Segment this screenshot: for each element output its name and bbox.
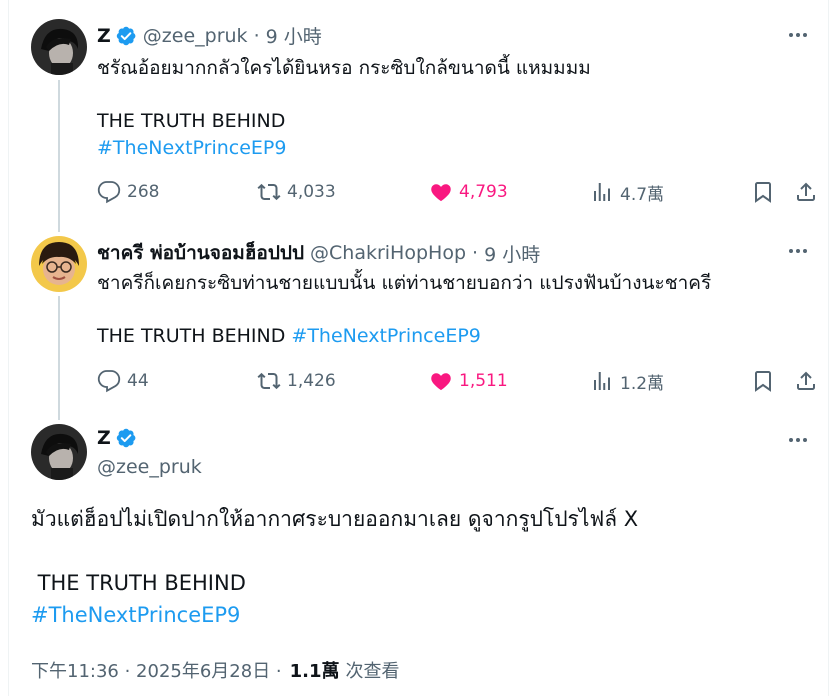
reply-icon [97,181,121,204]
heart-filled-icon [431,184,451,202]
tweet-text-line-2: THE TRUTH BEHIND [97,110,286,132]
more-options-button[interactable] [785,427,811,453]
handle[interactable]: @zee_pruk [143,25,248,47]
tweet-timestamp[interactable]: 下午11:36 · 2025年6月28日 · [31,657,282,683]
repost-icon [257,183,281,201]
tweet-text-line-2: THE TRUTH BEHIND #TheNextPrinceEP9 [97,324,481,348]
analytics-icon [594,372,610,390]
reply-count: 44 [127,371,149,391]
share-icon[interactable] [794,180,818,204]
display-name[interactable]: ชาครี พ่อบ้านจอมฮ็อปปป [97,238,304,268]
repost-icon [257,372,281,390]
thread-connector [58,296,60,420]
verified-badge-icon [116,428,136,448]
conversation-thread: Z @zee_pruk · 9 小時 ชรัณอ้อยมากกลัวใครได้… [8,0,829,696]
repost-count: 4,033 [287,182,336,202]
reply-button[interactable]: 268 [97,177,159,207]
tweet-actions: 268 4,033 4,793 4.7萬 [97,177,817,207]
tweet-time[interactable]: 9 小時 [484,240,540,267]
tweet-actions: 44 1,426 1,511 1.2萬 [97,366,817,396]
tweet-text-line-1: ชรัณอ้อยมากกลัวใครได้ยินหรอ กระซิบใกล้ขน… [97,57,591,79]
avatar[interactable] [31,424,87,480]
analytics-icon [594,183,610,201]
views-button[interactable]: 4.7萬 [590,177,664,207]
display-name[interactable]: Z [97,427,111,449]
tweet-text-line-1: มัวแต่ฮ็อปไม่เปิดปากให้อากาศระบายออกมาเล… [31,507,639,531]
tweet-text-line-2: THE TRUTH BEHIND [31,571,246,595]
tweet-text: THE TRUTH BEHIND [97,325,286,347]
views-count: 4.7萬 [620,184,665,205]
handle-row: @zee_pruk [97,456,202,478]
avatar[interactable] [31,19,87,75]
repost-button[interactable]: 1,426 [257,366,336,396]
repost-button[interactable]: 4,033 [257,177,336,207]
reply-icon [97,370,121,393]
reply-count: 268 [127,182,160,202]
more-options-button[interactable] [785,22,811,48]
hashtag-link[interactable]: #TheNextPrinceEP9 [97,136,286,160]
like-button[interactable]: 1,511 [429,366,508,396]
like-count: 1,511 [459,371,508,391]
handle[interactable]: @ChakriHopHop [310,242,466,264]
views-count: 1.2萬 [620,373,665,394]
thread-connector [58,80,60,232]
more-options-button[interactable] [785,238,811,264]
views-count: 1.1萬 [289,661,340,682]
reply-button[interactable]: 44 [97,366,149,396]
separator: · [472,242,479,264]
heart-filled-icon [431,373,451,391]
display-name[interactable]: Z [97,25,111,47]
repost-count: 1,426 [287,371,336,391]
tweet-text-line-1: ชาครีก็เคยกระซิบท่านชายแบบนั้น แต่ท่านชา… [97,272,712,294]
like-count: 4,793 [459,182,508,202]
tweet-header: ชาครี พ่อบ้านจอมฮ็อปปป @ChakriHopHop · 9… [97,238,540,268]
bookmark-icon[interactable] [751,369,775,393]
verified-badge-icon [116,26,136,45]
views-button[interactable]: 1.2萬 [590,366,664,396]
separator: · [253,24,260,47]
handle[interactable]: @zee_pruk [97,456,202,478]
tweet-metadata: 下午11:36 · 2025年6月28日 · 1.1萬 次查看 [31,657,400,683]
tweet-header: Z [97,427,137,449]
hashtag-link[interactable]: #TheNextPrinceEP9 [291,325,480,347]
bookmark-icon[interactable] [751,180,775,204]
hashtag-link[interactable]: #TheNextPrinceEP9 [31,601,240,629]
tweet-header: Z @zee_pruk · 9 小時 [97,22,322,49]
tweet-time[interactable]: 9 小時 [266,22,322,49]
avatar[interactable] [31,236,87,292]
views-label: 次查看 [345,661,400,682]
like-button[interactable]: 4,793 [429,177,508,207]
share-icon[interactable] [794,369,818,393]
